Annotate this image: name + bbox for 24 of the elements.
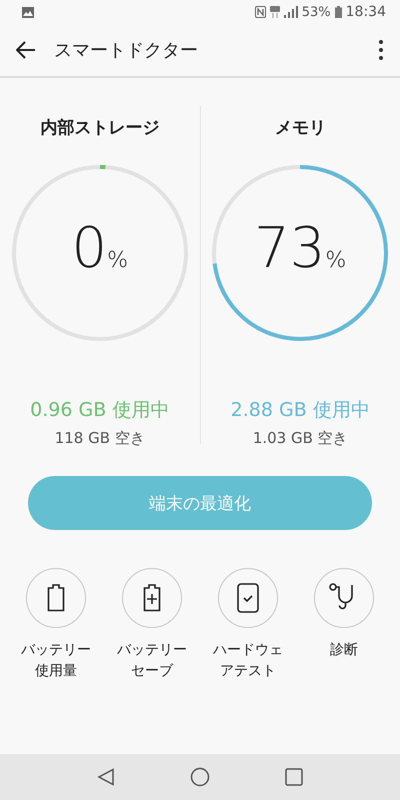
signal-icon <box>284 6 298 18</box>
battery-percent: 53% <box>302 4 331 20</box>
image-icon <box>22 6 34 18</box>
battery-icon <box>334 6 342 18</box>
free-amount: 1.03 GB 空き <box>252 429 348 448</box>
gauge-value: 73% <box>253 215 348 283</box>
tool-button[interactable]: バッテリー使用量 <box>10 568 102 682</box>
clock: 18:34 <box>346 4 386 20</box>
gauge-title: メモリ <box>274 117 326 139</box>
network-icon <box>270 6 280 18</box>
gauge-title: 内部ストレージ <box>40 117 160 139</box>
more-options-icon[interactable] <box>378 39 384 61</box>
used-amount: 0.96 GB 使用中 <box>30 398 170 423</box>
nfc-icon <box>254 6 266 18</box>
app-title: スマートドクター <box>54 39 199 62</box>
gauge-value: 0% <box>70 215 130 283</box>
tool-button[interactable]: ハードウェアテスト <box>202 568 294 682</box>
tool-button[interactable]: 診断 <box>298 568 390 682</box>
used-amount: 2.88 GB 使用中 <box>230 398 370 423</box>
free-amount: 118 GB 空き <box>54 429 145 448</box>
phone-check-icon <box>237 583 259 613</box>
battery-plus-icon <box>143 584 161 612</box>
tool-button[interactable]: バッテリーセーブ <box>106 568 198 682</box>
battery-icon <box>47 584 65 612</box>
